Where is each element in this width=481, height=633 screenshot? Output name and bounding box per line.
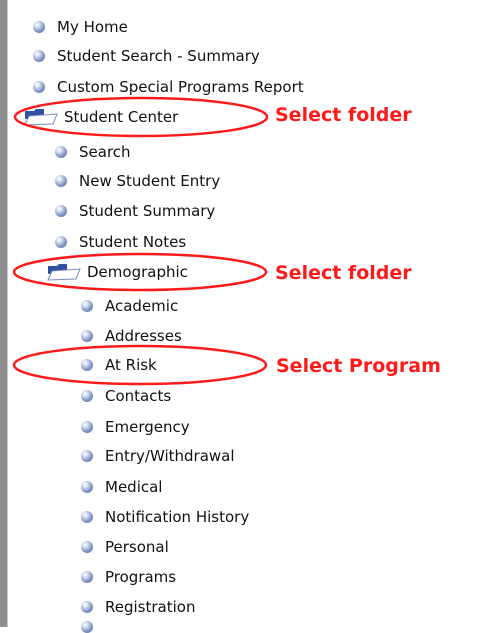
sphere-bullet-icon [81,450,93,462]
sphere-bullet-icon [81,421,93,433]
tree-item-label: My Home [57,18,128,36]
tree-item-label: Personal [105,538,169,556]
tree-item-label: Medical [105,478,163,496]
tree-item-label: Search [79,143,131,161]
tree-folder-student-center[interactable]: Student Center [24,104,178,130]
tree-item-label: New Student Entry [79,172,221,190]
tree-folder-label: Student Center [64,108,179,126]
sphere-bullet-icon [81,300,93,312]
tree-item-notification-history[interactable]: Notification History [81,504,249,530]
tree-item-registration[interactable]: Registration [81,594,195,620]
tree-item-label: Programs [105,568,177,586]
sphere-bullet-icon [33,21,45,33]
sphere-bullet-icon [33,50,45,62]
open-folder-icon [24,109,58,126]
sphere-bullet-icon [81,390,93,402]
tree-folder-demographic[interactable]: Demographic [47,259,188,285]
tree-item-label: Registration [105,598,196,616]
tree-item-contacts[interactable]: Contacts [81,383,171,409]
tree-item-label: At Risk [105,356,157,374]
tree-item-search[interactable]: Search [55,139,131,165]
sphere-bullet-icon [55,205,67,217]
tree-item-personal[interactable]: Personal [81,534,169,560]
tree-item-my-home[interactable]: My Home [33,14,128,40]
tree-item-addresses[interactable]: Addresses [81,323,182,349]
navigation-tree: My Home Student Search - Summary Custom … [0,0,481,633]
sphere-bullet-icon [81,601,93,613]
tree-item-custom-special-programs-report[interactable]: Custom Special Programs Report [33,74,304,100]
annotation-select-folder-2: Select folder [275,262,412,284]
tree-item-label: Emergency [105,418,190,436]
sphere-bullet-icon [81,359,93,371]
tree-item-student-search-summary[interactable]: Student Search - Summary [33,43,260,69]
sphere-bullet-icon [81,330,93,342]
tree-item-label: Academic [105,297,179,315]
tree-folder-label: Demographic [87,263,188,281]
tree-item-emergency[interactable]: Emergency [81,414,190,440]
tree-item-entry-withdrawal[interactable]: Entry/Withdrawal [81,443,235,469]
sphere-bullet-icon [55,236,67,248]
sphere-bullet-icon [81,571,93,583]
tree-item-label: Student Search - Summary [57,47,260,65]
sphere-bullet-icon [33,81,45,93]
sphere-bullet-icon [81,481,93,493]
tree-item-programs[interactable]: Programs [81,564,176,590]
tree-item-student-notes[interactable]: Student Notes [55,229,186,255]
sphere-bullet-icon [55,175,67,187]
tree-item-label: Student Notes [79,233,187,251]
open-folder-icon [47,264,81,281]
tree-item-new-student-entry[interactable]: New Student Entry [55,168,220,194]
tree-item-medical[interactable]: Medical [81,474,162,500]
annotation-select-folder-1: Select folder [275,104,412,126]
tree-item-label: Student Summary [79,202,216,220]
tree-item-academic[interactable]: Academic [81,293,178,319]
sphere-bullet-icon [55,146,67,158]
tree-item-label: Addresses [105,327,182,345]
tree-item-label: Notification History [105,508,250,526]
sphere-bullet-icon [81,511,93,523]
tree-item-student-summary[interactable]: Student Summary [55,198,215,224]
tree-item-label: Custom Special Programs Report [57,78,304,96]
tree-item-at-risk[interactable]: At Risk [81,352,157,378]
sphere-bullet-icon [81,541,93,553]
tree-item-label: Entry/Withdrawal [105,447,235,465]
tree-item-label: Contacts [105,387,172,405]
annotation-select-program: Select Program [276,355,441,377]
sphere-bullet-icon [81,621,93,633]
